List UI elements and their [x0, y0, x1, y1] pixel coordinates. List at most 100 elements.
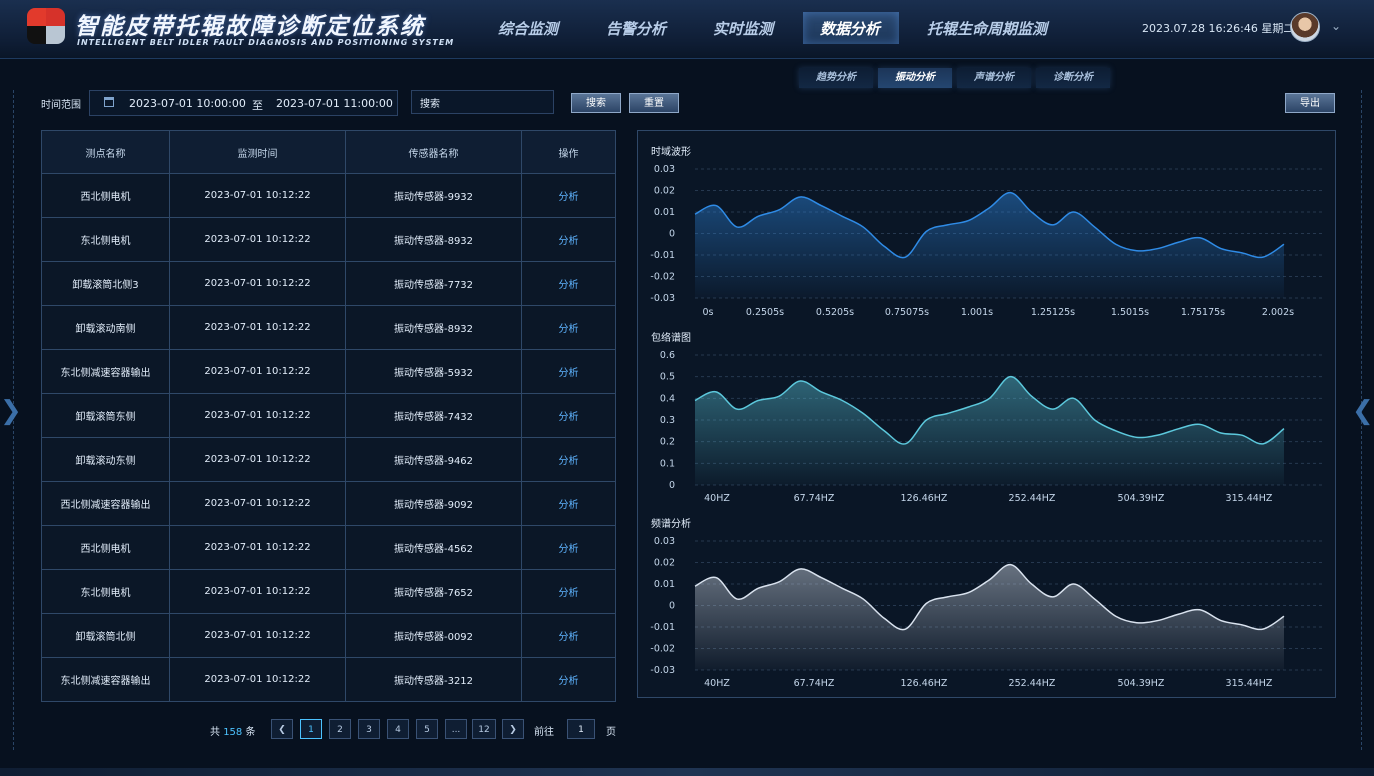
x-tick-label: 40HZ	[704, 493, 730, 503]
x-tick-label: 1.001s	[961, 307, 993, 317]
cell-monitor-time: 2023-07-01 10:12:22	[169, 481, 346, 526]
y-tick-label: 0.03	[654, 164, 675, 175]
chart-title-waveform: 时域波形	[651, 147, 691, 158]
analyze-link[interactable]: 分析	[521, 525, 616, 570]
cell-point-name: 东北侧减速容器输出	[41, 349, 170, 394]
subtab-sound-spectrum-analysis[interactable]: 声谱分析	[957, 68, 1031, 88]
y-tick-label: 0.02	[654, 558, 675, 569]
y-tick-label: 0.5	[660, 372, 675, 383]
analyze-link[interactable]: 分析	[521, 657, 616, 702]
pagination-page-1[interactable]: 1	[300, 719, 322, 739]
cell-monitor-time: 2023-07-01 10:12:22	[169, 305, 346, 350]
nav-tab-idler-lifecycle[interactable]: 托辊生命周期监测	[927, 18, 1047, 39]
pagination-page-4[interactable]: 4	[387, 719, 409, 739]
footer-decoration	[0, 768, 1374, 776]
cell-sensor-name: 振动传感器-7432	[345, 393, 522, 438]
date-range-picker[interactable]: 2023-07-01 10:00:00 至 2023-07-01 11:00:0…	[89, 90, 398, 116]
analyze-link[interactable]: 分析	[521, 217, 616, 262]
table-header-row: 测点名称 监测时间 传感器名称 操作	[41, 130, 616, 174]
x-tick-label: 126.46HZ	[901, 493, 948, 503]
date-range-end[interactable]: 2023-07-01 11:00:00	[276, 97, 393, 110]
analyze-link[interactable]: 分析	[521, 393, 616, 438]
x-tick-label: 504.39HZ	[1118, 493, 1165, 503]
y-tick-label: -0.01	[650, 622, 675, 633]
y-tick-label: 0.01	[654, 207, 675, 218]
user-avatar[interactable]	[1290, 12, 1320, 42]
y-tick-label: 0	[669, 601, 675, 612]
table-row: 东北侧减速容器输出 2023-07-01 10:12:22 振动传感器-3212 分析	[41, 657, 616, 702]
search-button[interactable]: 搜索	[571, 93, 621, 113]
cell-sensor-name: 振动传感器-7732	[345, 261, 522, 306]
nav-tab-alarm-analysis[interactable]: 告警分析	[606, 18, 666, 39]
pagination-page-12[interactable]: 12	[472, 719, 496, 739]
cell-point-name: 卸载滚动南侧	[41, 305, 170, 350]
column-header-monitor-time: 监测时间	[169, 130, 346, 174]
analyze-link[interactable]: 分析	[521, 305, 616, 350]
waveform-chart: 0.03 0.02 0.01 0 -0.01 -0.02 -0.03 0s 0.2505s 0.5…	[650, 164, 1324, 317]
nav-tab-overview[interactable]: 综合监测	[498, 18, 558, 39]
chevron-down-icon[interactable]: ⌄	[1331, 19, 1341, 33]
y-tick-label: 0.6	[660, 350, 675, 361]
pagination-goto-input[interactable]: 1	[567, 719, 595, 739]
pagination-page-2[interactable]: 2	[329, 719, 351, 739]
x-tick-label: 0.75075s	[885, 307, 929, 317]
pagination-prev-button[interactable]: ❮	[271, 719, 293, 739]
table-row: 西北侧电机 2023-07-01 10:12:22 振动传感器-9932 分析	[41, 173, 616, 218]
column-header-point-name: 测点名称	[41, 130, 170, 174]
date-range-separator: 至	[252, 99, 263, 112]
pagination: 共 158 条 ❮ 1 2 3 4 5 ... 12 ❯ 前往 1 页	[210, 719, 630, 741]
left-arrow-decoration-icon: ❯	[0, 396, 22, 426]
date-range-start[interactable]: 2023-07-01 10:00:00	[129, 97, 246, 110]
y-tick-label: 0.4	[660, 393, 675, 404]
pagination-ellipsis[interactable]: ...	[445, 719, 467, 739]
y-tick-label: 0.2	[660, 437, 675, 448]
search-input[interactable]	[411, 90, 554, 114]
analyze-link[interactable]: 分析	[521, 173, 616, 218]
x-tick-label: 67.74HZ	[794, 678, 835, 689]
nav-tab-data-analysis[interactable]: 数据分析	[820, 18, 880, 39]
y-tick-label: 0.01	[654, 579, 675, 590]
cell-point-name: 卸载滚动东侧	[41, 437, 170, 482]
analyze-link[interactable]: 分析	[521, 349, 616, 394]
pagination-page-3[interactable]: 3	[358, 719, 380, 739]
cell-monitor-time: 2023-07-01 10:12:22	[169, 525, 346, 570]
cell-point-name: 西北侧减速容器输出	[41, 481, 170, 526]
cell-monitor-time: 2023-07-01 10:12:22	[169, 349, 346, 394]
sensor-table: 测点名称 监测时间 传感器名称 操作 西北侧电机 2023-07-01 10:12…	[41, 130, 616, 702]
cell-monitor-time: 2023-07-01 10:12:22	[169, 657, 346, 702]
table-row: 卸载滚筒东侧 2023-07-01 10:12:22 振动传感器-7432 分析	[41, 393, 616, 438]
analyze-link[interactable]: 分析	[521, 261, 616, 306]
app-header: 智能皮带托辊故障诊断定位系统 INTELLIGENT BELT IDLER FA…	[0, 0, 1374, 59]
pagination-next-button[interactable]: ❯	[502, 719, 524, 739]
cell-monitor-time: 2023-07-01 10:12:22	[169, 217, 346, 262]
frequency-spectrum-chart: 0.03 0.02 0.01 0 -0.01 -0.02 -0.03 40HZ 67.74HZ 1…	[650, 536, 1324, 689]
y-tick-label: -0.02	[650, 272, 675, 283]
cell-monitor-time: 2023-07-01 10:12:22	[169, 173, 346, 218]
header-datetime: 2023.07.28 16:26:46 星期二	[1142, 22, 1295, 35]
cell-point-name: 东北侧减速容器输出	[41, 657, 170, 702]
subtab-trend-analysis[interactable]: 趋势分析	[799, 68, 873, 88]
cell-monitor-time: 2023-07-01 10:12:22	[169, 613, 346, 658]
subtab-vibration-analysis[interactable]: 振动分析	[878, 68, 952, 88]
analyze-link[interactable]: 分析	[521, 437, 616, 482]
envelope-spectrum-chart: 0.6 0.5 0.4 0.3 0.2 0.1 0 40HZ 67.74HZ 126.46HZ 25…	[660, 350, 1324, 503]
cell-point-name: 卸载滚筒北侧	[41, 613, 170, 658]
app-subtitle: INTELLIGENT BELT IDLER FAULT DIAGNOSIS A…	[77, 38, 455, 47]
subtab-diagnosis-analysis[interactable]: 诊断分析	[1036, 68, 1110, 88]
export-button[interactable]: 导出	[1285, 93, 1335, 113]
cell-sensor-name: 振动传感器-8932	[345, 217, 522, 262]
reset-button[interactable]: 重置	[629, 93, 679, 113]
x-tick-label: 315.44HZ	[1226, 493, 1273, 503]
analyze-link[interactable]: 分析	[521, 481, 616, 526]
nav-tab-realtime-monitoring[interactable]: 实时监测	[713, 18, 773, 39]
x-tick-label: 40HZ	[704, 678, 730, 689]
table-row: 卸载滚动东侧 2023-07-01 10:12:22 振动传感器-9462 分析	[41, 437, 616, 482]
analyze-link[interactable]: 分析	[521, 569, 616, 614]
pagination-page-5[interactable]: 5	[416, 719, 438, 739]
table-row: 西北侧减速容器输出 2023-07-01 10:12:22 振动传感器-9092 分析	[41, 481, 616, 526]
cell-sensor-name: 振动传感器-9932	[345, 173, 522, 218]
pagination-goto-suffix: 页	[606, 727, 616, 738]
cell-sensor-name: 振动传感器-0092	[345, 613, 522, 658]
analyze-link[interactable]: 分析	[521, 613, 616, 658]
cell-sensor-name: 振动传感器-8932	[345, 305, 522, 350]
